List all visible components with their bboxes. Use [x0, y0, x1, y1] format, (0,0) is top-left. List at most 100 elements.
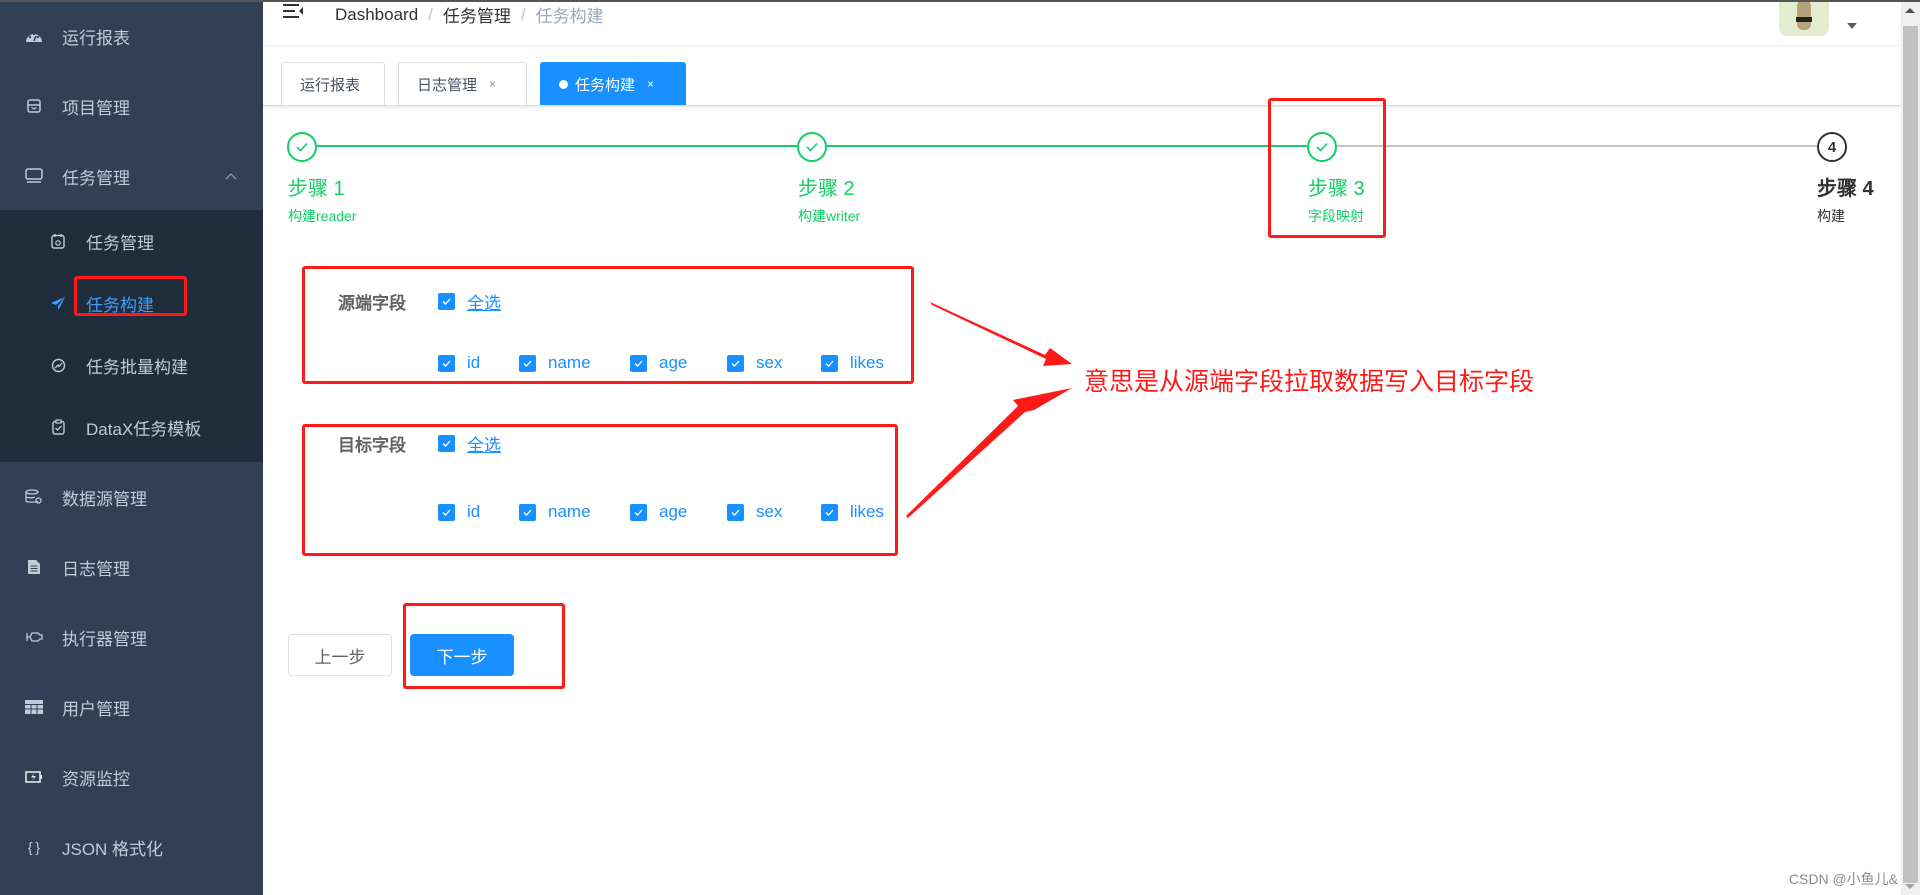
calendar-icon	[48, 233, 68, 249]
checkbox-checked-icon	[630, 503, 647, 521]
annotation-text: 意思是从源端字段拉取数据写入目标字段	[1084, 368, 1535, 396]
active-dot-icon	[559, 79, 568, 89]
scrollbar-thumb[interactable]	[1903, 26, 1918, 883]
submenu-item-task-management[interactable]: 任务管理	[0, 210, 263, 272]
database-icon	[24, 489, 44, 505]
submenu-item-task-build[interactable]: 任务构建	[0, 272, 263, 334]
checkbox-checked-icon	[438, 354, 455, 372]
source-field-checkbox-id[interactable]: id	[438, 353, 480, 373]
submenu-item-datax-template[interactable]: DataX任务模板	[0, 396, 263, 458]
sidebar-item-json-format[interactable]: { } JSON 格式化	[0, 812, 263, 882]
sidebar-item-users[interactable]: 用户管理	[0, 672, 263, 742]
sidebar-item-executors[interactable]: 执行器管理	[0, 602, 263, 672]
target-field-checkbox-likes[interactable]: likes	[821, 502, 884, 522]
annotation-arrow-bottom	[906, 388, 1072, 518]
submenu-item-label: 任务管理	[86, 233, 154, 253]
sidebar-item-logs[interactable]: 日志管理	[0, 532, 263, 602]
breadcrumb-item-dashboard[interactable]: Dashboard	[335, 5, 418, 25]
step-description: 构建reader	[288, 208, 357, 224]
batch-icon	[48, 358, 68, 373]
breadcrumb-item-current: 任务构建	[535, 7, 604, 26]
sidebar-item-label: 项目管理	[62, 98, 130, 118]
step-check-icon	[1307, 132, 1337, 162]
step-title: 步骤 4	[1817, 178, 1874, 200]
source-field-checkbox-sex[interactable]: sex	[727, 353, 782, 373]
scroll-up-arrow-icon[interactable]	[1905, 8, 1915, 13]
sidebar-item-dashboard[interactable]: 运行报表	[0, 1, 263, 71]
tags-view: 运行报表 日志管理 × 任务构建 ×	[263, 45, 1901, 106]
sidebar-item-datasource[interactable]: 数据源管理	[0, 462, 263, 532]
step-connector	[1337, 145, 1817, 147]
tag-task-build[interactable]: 任务构建 ×	[540, 62, 686, 105]
tag-dashboard[interactable]: 运行报表	[281, 62, 385, 105]
sidebar-item-label: 执行器管理	[62, 629, 147, 649]
hamburger-icon[interactable]	[283, 2, 305, 20]
submenu-item-batch-build[interactable]: 任务批量构建	[0, 334, 263, 396]
sidebar-item-label: 任务管理	[62, 168, 130, 188]
user-avatar[interactable]	[1779, 0, 1829, 36]
scroll-down-arrow-icon[interactable]	[1905, 884, 1915, 889]
project-icon	[24, 99, 44, 113]
target-field-checkbox-age[interactable]: age	[630, 502, 687, 522]
sidebar: 运行报表 项目管理 任务管理 任务管理 任务构建 任务批量构建 DataX任务模…	[0, 0, 263, 895]
checkbox-checked-icon	[727, 503, 744, 521]
executor-icon	[24, 631, 44, 643]
prev-step-button[interactable]: 上一步	[288, 634, 392, 676]
braces-icon: { }	[27, 839, 41, 855]
sidebar-item-label: 数据源管理	[62, 489, 147, 509]
target-field-checkbox-name[interactable]: name	[519, 502, 591, 522]
annotation-arrows	[906, 302, 1072, 518]
sidebar-item-label: 资源监控	[62, 769, 130, 789]
step-description: 构建writer	[798, 208, 861, 224]
checkbox-checked-icon	[519, 503, 536, 521]
step-connector	[827, 145, 1307, 147]
dashboard-icon	[24, 29, 44, 43]
breadcrumb: Dashboard / 任务管理 / 任务构建	[335, 2, 604, 27]
close-icon[interactable]: ×	[489, 77, 496, 91]
caret-down-icon[interactable]	[1847, 23, 1857, 29]
sidebar-item-label: 日志管理	[62, 559, 130, 579]
breadcrumb-separator: /	[428, 4, 433, 24]
tag-logs[interactable]: 日志管理 ×	[398, 62, 527, 105]
step-title: 步骤 3	[1308, 178, 1365, 200]
step-title: 步骤 1	[288, 178, 345, 200]
next-step-button[interactable]: 下一步	[410, 634, 514, 676]
battery-icon	[24, 771, 44, 783]
vertical-scrollbar[interactable]	[1901, 2, 1920, 895]
step-connector	[317, 145, 797, 147]
chevron-up-icon	[225, 169, 237, 183]
source-field-checkbox-likes[interactable]: likes	[821, 353, 884, 373]
sidebar-item-label: JSON 格式化	[62, 839, 164, 859]
step-description: 构建	[1817, 208, 1845, 224]
target-field-checkbox-sex[interactable]: sex	[727, 502, 782, 522]
step-check-icon	[287, 132, 317, 162]
sidebar-item-task-management[interactable]: 任务管理	[0, 141, 263, 211]
checkbox-checked-icon	[727, 354, 744, 372]
source-select-all-checkbox[interactable]: 全选	[438, 289, 501, 314]
sidebar-item-label: 运行报表	[62, 28, 130, 48]
monitor-icon	[24, 168, 44, 184]
source-field-checkbox-age[interactable]: age	[630, 353, 687, 373]
watermark: CSDN @小鱼儿&	[1788, 871, 1898, 887]
step-number: 4	[1817, 132, 1847, 162]
target-select-all-checkbox[interactable]: 全选	[438, 431, 501, 456]
breadcrumb-separator: /	[520, 4, 526, 24]
checkbox-checked-icon	[438, 293, 455, 310]
checkbox-checked-icon	[438, 503, 455, 521]
sidebar-item-monitoring[interactable]: 资源监控	[0, 742, 263, 812]
submenu-item-label: 任务构建	[86, 295, 154, 315]
tag-label: 任务构建	[575, 76, 636, 94]
step-check-icon	[797, 132, 827, 162]
breadcrumb-item-task-management[interactable]: 任务管理	[443, 2, 511, 27]
source-field-checkbox-name[interactable]: name	[519, 353, 591, 373]
tag-label: 运行报表	[300, 76, 361, 94]
target-field-checkbox-id[interactable]: id	[438, 502, 480, 522]
clipboard-icon	[48, 419, 68, 435]
navbar: Dashboard / 任务管理 / 任务构建	[263, 0, 1901, 45]
close-icon[interactable]: ×	[647, 77, 654, 91]
sidebar-item-projects[interactable]: 项目管理	[0, 71, 263, 141]
avatar-image-detail	[1796, 17, 1812, 22]
paper-plane-icon	[48, 296, 68, 311]
tag-label: 日志管理	[417, 76, 478, 94]
source-fields-label: 源端字段	[338, 294, 406, 313]
